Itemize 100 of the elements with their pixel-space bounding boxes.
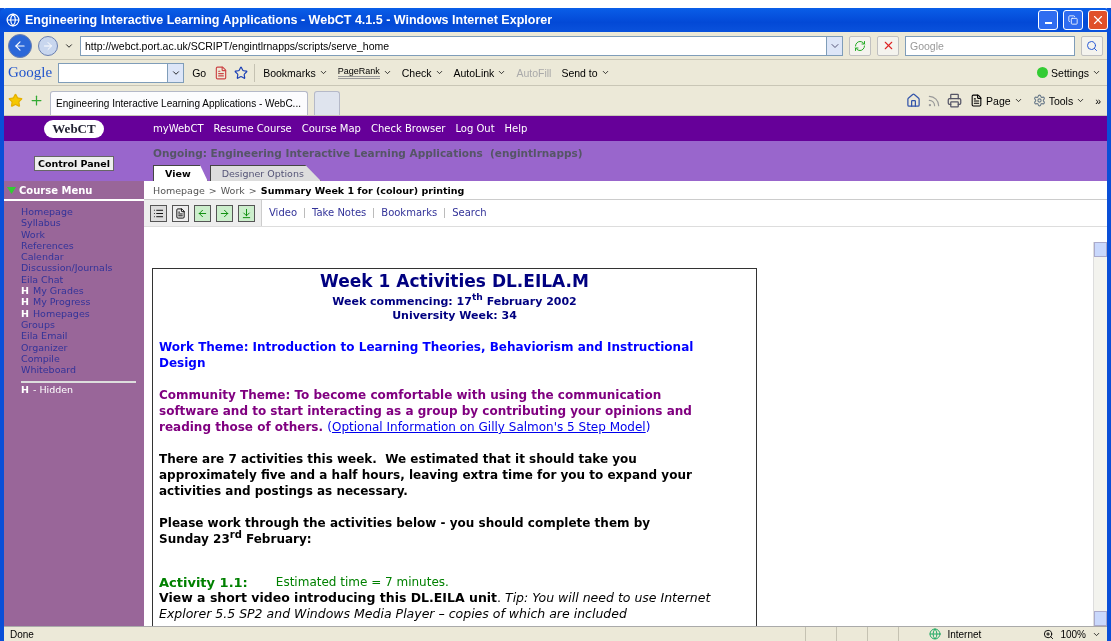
star-icon[interactable] (234, 65, 249, 80)
go-button[interactable]: Go (190, 66, 209, 79)
address-field[interactable]: http://webct.port.ac.uk/SCRIPT/engintlrnapps/scripts/serve_home (80, 35, 827, 56)
course-menu-item[interactable]: H Homepages (21, 307, 144, 319)
course-tab[interactable]: View (153, 165, 208, 181)
caret-icon (434, 68, 444, 77)
scrollbar[interactable] (1093, 242, 1107, 626)
course-menu-item[interactable]: H My Progress (21, 296, 144, 308)
toolbar-button[interactable]: Check (399, 66, 446, 79)
document-title: Week 1 Activities DL.EILA.M (319, 271, 590, 291)
info-link[interactable]: Optional Information on Gilly Salmon's 5 Step Model (331, 420, 646, 434)
zoom-level[interactable]: 100% (1060, 628, 1086, 640)
toolbar-button[interactable]: PageRank (335, 66, 394, 79)
breadcrumb-link[interactable]: Homepage (153, 184, 205, 196)
close-icon (1091, 13, 1105, 27)
google-logo: Google (8, 64, 53, 81)
tools-menu[interactable]: Tools (1030, 94, 1088, 107)
toolbar-button[interactable]: Send to (559, 66, 612, 79)
course-tab[interactable]: Designer Options (209, 165, 321, 181)
breadcrumb-separator: > (208, 184, 217, 196)
address-dropdown-button[interactable] (827, 35, 843, 56)
forward-arrow-icon (42, 39, 54, 52)
work-theme: Work Theme: Introduction to Learning Theories, Behaviorism and Instructional Design (159, 339, 695, 371)
stop-button[interactable] (877, 35, 899, 56)
zoom-icon (1043, 628, 1055, 640)
forward-button[interactable] (38, 35, 58, 56)
more-button[interactable]: » (1093, 94, 1103, 107)
caret-icon (1092, 68, 1101, 77)
activity-description: View a short video introducing this DL.EILA unit. Tip: You will need to use Internet Explorer 5.5 SP2 and Windows Media Player – copies of which are included (159, 590, 712, 622)
page-icon (175, 207, 186, 219)
google-search-field[interactable] (58, 62, 169, 83)
refresh-button[interactable] (849, 35, 871, 56)
left-arrow-icon (197, 207, 208, 219)
tool-link[interactable]: Bookmarks (373, 208, 445, 218)
home-icon[interactable] (906, 93, 922, 108)
previous-button[interactable] (194, 204, 211, 222)
back-button[interactable] (8, 33, 32, 58)
list-button[interactable] (150, 204, 167, 222)
tool-link[interactable]: Take Notes (304, 208, 374, 218)
back-arrow-icon (13, 38, 27, 53)
nav-link[interactable]: myWebCT (153, 123, 204, 134)
hidden-legend: H - Hidden (21, 381, 136, 396)
caret-icon (497, 68, 507, 77)
download-icon (241, 207, 252, 219)
activity-estimate: Estimated time = 7 minutes. (275, 575, 449, 590)
paragraph: Please work through the activities below - you should complete them by Sunday 23$^{rd}$ February: (159, 515, 652, 547)
feed-icon[interactable] (927, 93, 942, 108)
security-zone: Internet (947, 628, 983, 640)
status-text: Done (10, 628, 35, 640)
activity-label: Activity 1.1: (159, 575, 248, 590)
caret-icon (1013, 96, 1023, 105)
add-favorite-icon[interactable] (29, 93, 44, 108)
page-button[interactable] (172, 204, 189, 222)
caret-icon (600, 68, 610, 77)
window-title: Engineering Interactive Learning Applications - WebCT 4.1.5 - Windows Internet Explorer (25, 13, 554, 27)
search-dropdown-button[interactable] (168, 62, 185, 83)
tool-link[interactable]: Search (444, 208, 494, 218)
download-button[interactable] (238, 204, 255, 222)
news-icon[interactable] (214, 65, 229, 80)
search-field[interactable]: Google (905, 35, 1075, 56)
course-menu-item[interactable]: H My Grades (21, 285, 144, 297)
search-icon (1086, 39, 1098, 52)
breadcrumb-link[interactable]: Work (220, 184, 245, 196)
page-menu[interactable]: Page (968, 94, 1025, 107)
nav-link[interactable]: Resume Course (213, 123, 292, 134)
gear-icon (1032, 94, 1046, 107)
print-icon[interactable] (947, 93, 963, 108)
next-button[interactable] (216, 204, 233, 222)
toolbar-button[interactable]: AutoLink (451, 66, 509, 79)
document-subtitle: University Week: 34 (391, 309, 518, 323)
tool-link[interactable]: Video (262, 208, 305, 218)
minimize-button[interactable] (1038, 10, 1058, 30)
document-subtitle: Week commencing: 17$^{th}$ February 2002 (331, 295, 578, 309)
nav-link[interactable]: Course Map (301, 123, 361, 134)
caret-icon (382, 68, 392, 77)
restore-button[interactable] (1063, 10, 1083, 30)
page-icon (970, 94, 984, 107)
globe-icon (929, 628, 942, 640)
ie-logo-icon (6, 13, 20, 27)
search-button[interactable] (1081, 35, 1103, 56)
breadcrumb-separator: > (248, 184, 257, 196)
nav-link[interactable]: Check Browser (370, 123, 446, 134)
course-title: Ongoing: Engineering Interactive Learning Applications (engintlrnapps) (153, 147, 584, 159)
breadcrumb-current: Summary Week 1 for (colour) printing (260, 184, 465, 196)
list-icon (153, 207, 164, 219)
paragraph: There are 7 activities this week. We estimated that it should take you approximately five and a half hours, leaving extra time for you to expand your activities and postings as necessary. (159, 451, 693, 499)
caret-icon (318, 68, 328, 77)
control-panel-button[interactable]: Control Panel (33, 155, 115, 171)
nav-link[interactable]: Log Out (455, 123, 495, 134)
right-arrow-icon (219, 207, 230, 219)
status-dot-icon (1037, 67, 1049, 78)
browser-tab[interactable]: Engineering Interactive Learning Applications - WebC... (50, 91, 308, 115)
triangle-icon (7, 186, 16, 194)
caret-icon (1076, 96, 1086, 105)
close-button[interactable] (1088, 10, 1108, 30)
favorites-star-icon[interactable] (8, 93, 23, 108)
refresh-icon (854, 39, 866, 52)
nav-link[interactable]: Help (504, 123, 528, 134)
settings-button[interactable]: Settings (1035, 66, 1103, 79)
toolbar-button[interactable]: Bookmarks (261, 66, 330, 79)
